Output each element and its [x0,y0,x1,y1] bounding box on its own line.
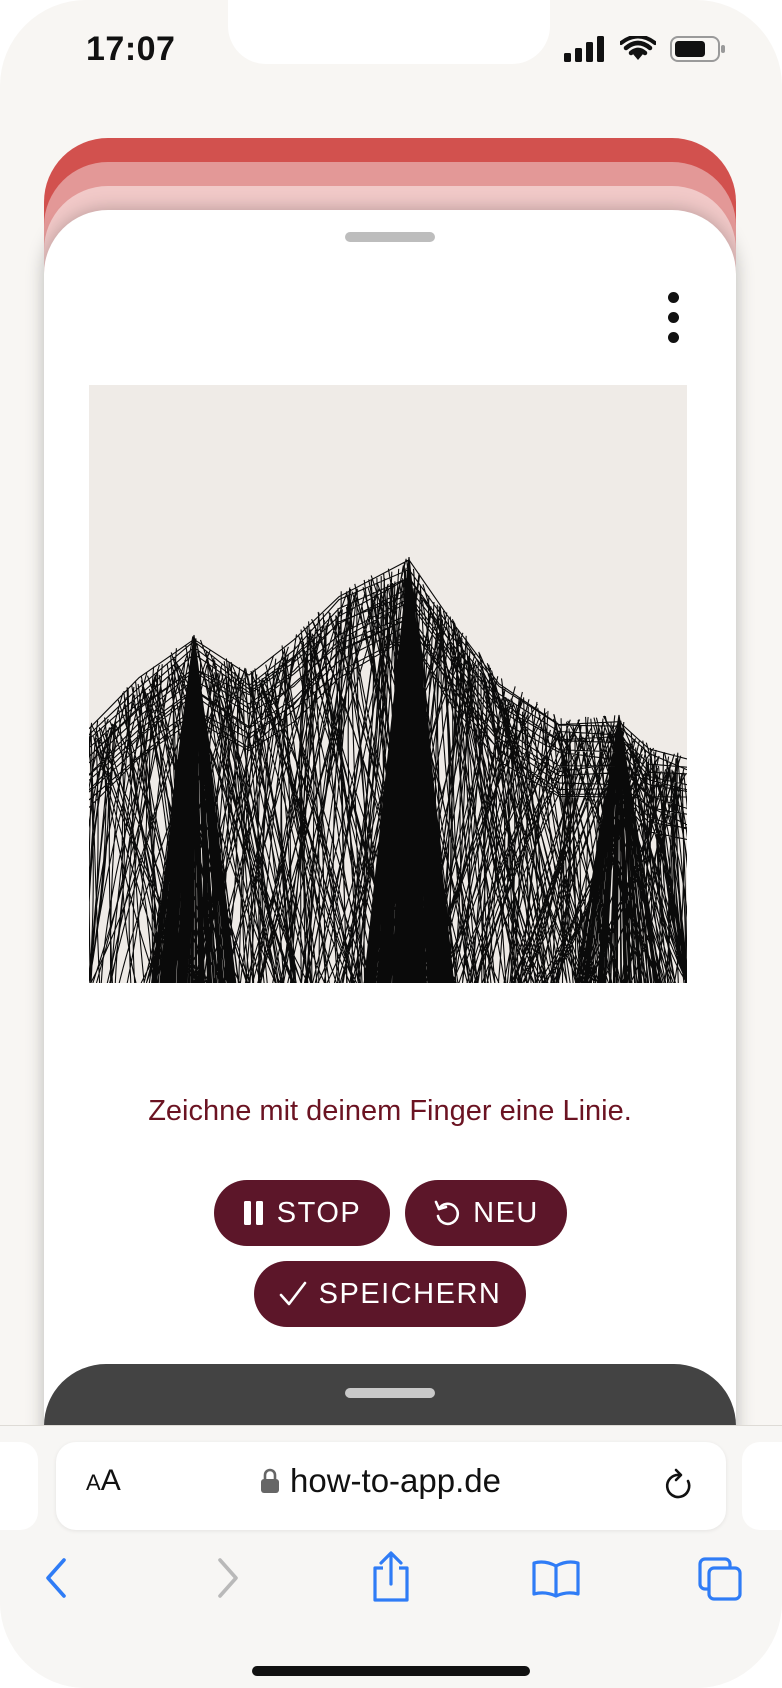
bookmarks-icon[interactable] [531,1558,581,1600]
tabs-icon[interactable] [697,1556,743,1602]
lock-icon [261,1468,279,1493]
drawn-lines [89,556,687,983]
back-icon[interactable] [42,1556,72,1600]
url-text: how-to-app.de [290,1462,501,1499]
notch [228,0,550,64]
drawn-line-path [89,556,687,983]
battery-icon [670,36,725,62]
url-display[interactable]: how-to-app.de [260,1462,501,1500]
status-time: 17:07 [86,30,176,68]
previous-tab-peek[interactable] [0,1442,38,1530]
drawing-card: Zeichne mit deinem Finger eine Linie. ST… [44,210,736,1510]
status-icons [564,36,726,62]
wifi-icon [620,36,656,60]
share-icon[interactable] [369,1550,413,1604]
drawing-canvas[interactable] [89,385,687,983]
home-indicator [252,1666,530,1676]
card-grabber[interactable] [345,232,435,242]
phone-screen: 17:07 Zeichne mit deinem Finger eine Lin… [0,0,782,1688]
stop-button[interactable]: STOP [214,1180,390,1246]
next-tab-peek[interactable] [742,1442,782,1530]
restart-icon [434,1200,460,1226]
address-bar[interactable]: AA how-to-app.de [56,1442,726,1530]
stop-label: STOP [276,1196,362,1229]
signal-icon [564,36,604,62]
check-icon [279,1281,306,1306]
pause-icon [243,1201,263,1225]
browser-toolbar [0,1551,782,1626]
text-size-large: A [100,1464,121,1497]
sheet-grabber[interactable] [345,1388,435,1398]
save-label: SPEICHERN [318,1277,502,1310]
more-vertical-icon[interactable] [654,280,694,346]
browser-chrome: AA how-to-app.de [0,1425,782,1688]
text-size-button[interactable]: AA [86,1464,121,1498]
drawing-hint: Zeichne mit deinem Finger eine Linie. [148,1095,632,1127]
text-size-small: A [86,1470,101,1495]
new-label: NEU [473,1196,539,1229]
forward-icon[interactable] [212,1556,242,1600]
save-button[interactable]: SPEICHERN [254,1261,526,1327]
reload-icon[interactable] [662,1468,696,1504]
new-button[interactable]: NEU [405,1180,567,1246]
